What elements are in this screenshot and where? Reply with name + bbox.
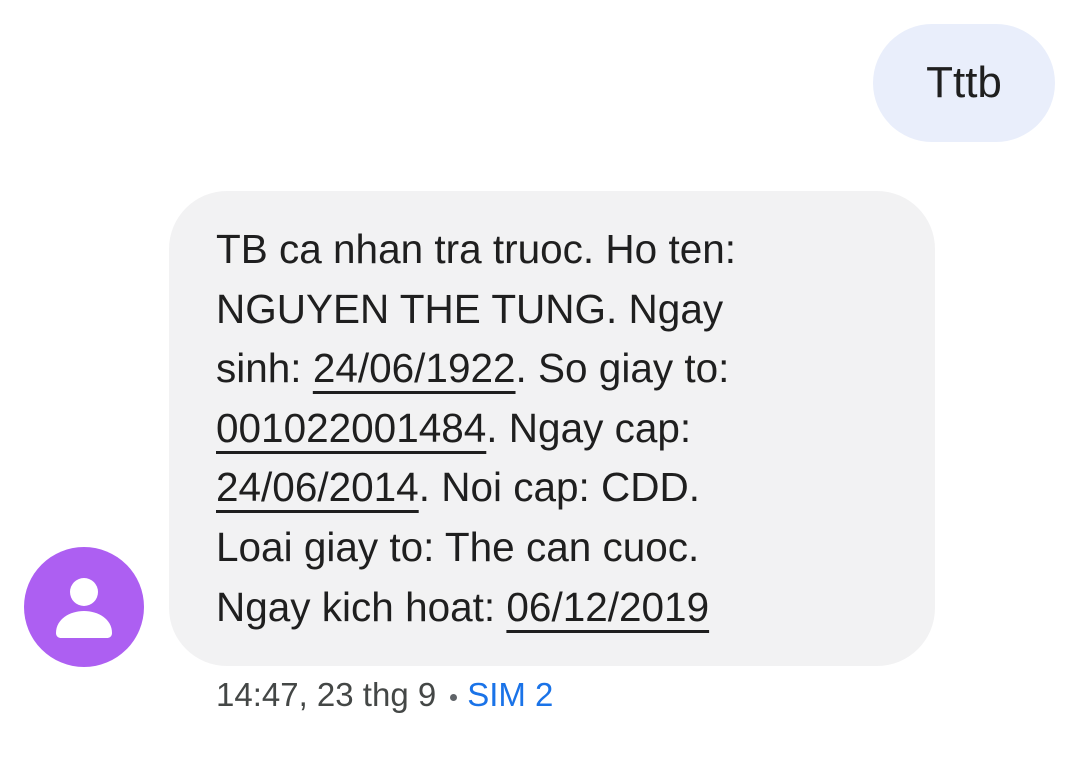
message-line: TB ca nhan tra truoc. Ho ten: (216, 226, 737, 272)
message-text: Ngay kich hoat: (216, 583, 507, 630)
person-icon (56, 578, 112, 638)
message-line: sinh: 24/06/1922. So giay to: (216, 339, 895, 399)
message-line: 001022001484. Ngay cap: (216, 399, 895, 459)
message-line: 24/06/2014. Noi cap: CDD. (216, 458, 895, 518)
sender-avatar[interactable] (24, 547, 144, 667)
message-line: Ngay kich hoat: 06/12/2019 (216, 578, 895, 638)
message-meta: 14:47, 23 thg 9 SIM 2 (216, 674, 553, 716)
conversation-view: Tttb TB ca nhan tra truoc. Ho ten: NGUYE… (0, 0, 1080, 764)
message-text: . Noi cap: CDD. (418, 464, 701, 511)
message-line: NGUYEN THE TUNG. Ngay (216, 285, 724, 332)
outgoing-message-text: Tttb (926, 58, 1002, 107)
id-number-link[interactable]: 001022001484 (216, 405, 486, 451)
birth-date-link[interactable]: 24/06/1922 (313, 345, 516, 391)
message-text: . So giay to: (515, 345, 730, 392)
message-line: Loai giay to: The can cuoc. (216, 523, 700, 570)
issue-date-link[interactable]: 24/06/2014 (216, 464, 419, 510)
message-text: sinh: (216, 345, 313, 392)
separator-dot (450, 693, 458, 701)
incoming-message-bubble[interactable]: TB ca nhan tra truoc. Ho ten: NGUYEN THE… (169, 191, 935, 666)
activation-date-link[interactable]: 06/12/2019 (506, 584, 709, 630)
sim-label: SIM 2 (467, 676, 554, 713)
message-timestamp: 14:47, 23 thg 9 (216, 676, 437, 713)
outgoing-message-bubble[interactable]: Tttb (873, 24, 1055, 142)
message-text: . Ngay cap: (486, 404, 692, 451)
